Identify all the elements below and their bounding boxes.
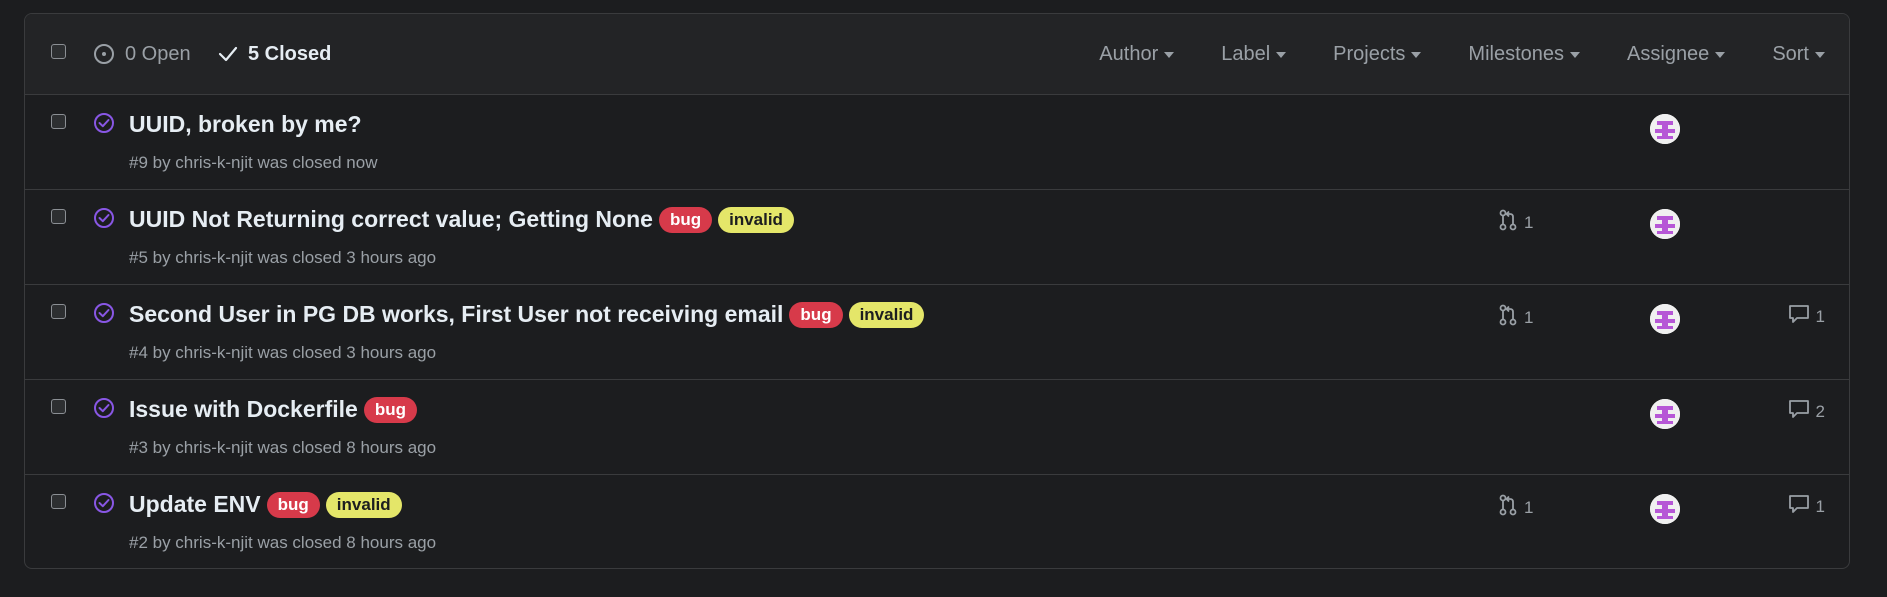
comments-link[interactable]: 1 <box>1788 494 1825 519</box>
label-invalid[interactable]: invalid <box>848 301 925 328</box>
sort-filter-label: Sort <box>1772 42 1809 65</box>
issue-checkbox[interactable] <box>51 209 66 224</box>
label-invalid[interactable]: invalid <box>325 491 402 518</box>
linked-pull-requests[interactable]: 1 <box>1498 209 1533 236</box>
assignee-avatar[interactable] <box>1650 494 1680 524</box>
label-invalid[interactable]: invalid <box>718 206 794 233</box>
issue-closed-icon <box>93 302 115 329</box>
issue-closed-icon <box>93 112 115 139</box>
closed-count-label: 5 Closed <box>248 42 332 65</box>
assignee-filter[interactable]: Assignee <box>1627 42 1726 66</box>
linked-pull-requests[interactable]: 1 <box>1498 494 1533 521</box>
label-bug[interactable]: bug <box>266 491 320 518</box>
label-filter-label: Label <box>1221 42 1271 65</box>
linked-pull-requests[interactable]: 1 <box>1498 304 1533 331</box>
issue-title-link[interactable]: Issue with Dockerfile <box>129 396 358 423</box>
comments-link[interactable]: 1 <box>1788 304 1825 329</box>
filter-bar: Author Label Projects Milestones Assigne… <box>1052 14 1825 94</box>
comment-count: 1 <box>1815 496 1825 516</box>
issues-header: 0 Open 5 Closed Author Label Projects Mi… <box>25 14 1849 95</box>
issue-closed-icon <box>93 397 115 424</box>
select-all-checkbox[interactable] <box>51 44 66 59</box>
issue-checkbox[interactable] <box>51 494 66 509</box>
issue-row[interactable]: UUID Not Returning correct value; Gettin… <box>25 190 1849 285</box>
assignee-filter-label: Assignee <box>1627 42 1710 65</box>
issue-open-icon <box>93 43 115 65</box>
issue-rows: UUID, broken by me? #9 by chris-k-njit wa… <box>25 95 1849 568</box>
label-bug[interactable]: bug <box>363 396 417 423</box>
issue-checkbox[interactable] <box>51 114 66 129</box>
label-bug[interactable]: bug <box>658 206 713 233</box>
issue-checkbox[interactable] <box>51 399 66 414</box>
milestones-filter-label: Milestones <box>1468 42 1565 65</box>
assignee-avatar[interactable] <box>1650 399 1680 429</box>
milestones-filter[interactable]: Milestones <box>1468 42 1581 66</box>
issue-title-line: Issue with Dockerfile bug <box>129 396 417 423</box>
comment-icon <box>1788 494 1810 519</box>
comment-count: 1 <box>1815 306 1825 326</box>
caret-down-icon <box>1570 52 1581 58</box>
issue-closed-icon <box>93 207 115 234</box>
issue-meta: #9 by chris-k-njit was closed now <box>129 153 378 172</box>
comment-icon <box>1788 399 1810 424</box>
issue-row[interactable]: Update ENV bug invalid #2 by chris-k-njit w… <box>25 475 1849 568</box>
linked-pr-count: 1 <box>1524 212 1534 232</box>
issues-list: 0 Open 5 Closed Author Label Projects Mi… <box>24 13 1850 569</box>
caret-down-icon <box>1164 52 1175 58</box>
issue-meta: #2 by chris-k-njit was closed 8 hours ag… <box>129 533 437 552</box>
issue-meta: #3 by chris-k-njit was closed 8 hours ag… <box>129 438 437 457</box>
author-filter[interactable]: Author <box>1099 42 1175 66</box>
issue-title-line: UUID Not Returning correct value; Gettin… <box>129 206 794 233</box>
comment-icon <box>1788 304 1810 329</box>
caret-down-icon <box>1815 52 1825 58</box>
pull-request-icon <box>1498 494 1518 521</box>
open-count-label: 0 Open <box>125 42 191 65</box>
pull-request-icon <box>1498 304 1518 331</box>
linked-pr-count: 1 <box>1524 307 1534 327</box>
assignee-avatar[interactable] <box>1650 209 1680 239</box>
issue-title-link[interactable]: Second User in PG DB works, First User n… <box>129 301 783 328</box>
assignee-avatar[interactable] <box>1650 304 1680 334</box>
caret-down-icon <box>1411 52 1422 58</box>
projects-filter-label: Projects <box>1333 42 1406 65</box>
issue-meta: #5 by chris-k-njit was closed 3 hours ag… <box>129 248 437 267</box>
check-icon <box>218 44 238 64</box>
issue-row[interactable]: Issue with Dockerfile bug #3 by chris-k-nj… <box>25 380 1849 475</box>
issue-title-line: Update ENV bug invalid <box>129 491 402 518</box>
open-issues-tab[interactable]: 0 Open <box>93 14 191 94</box>
assignee-avatar[interactable] <box>1650 114 1680 144</box>
issue-row[interactable]: Second User in PG DB works, First User n… <box>25 285 1849 380</box>
issue-row[interactable]: UUID, broken by me? #9 by chris-k-njit wa… <box>25 95 1849 190</box>
issue-title-link[interactable]: UUID Not Returning correct value; Gettin… <box>129 206 653 233</box>
issue-meta: #4 by chris-k-njit was closed 3 hours ag… <box>129 343 437 362</box>
projects-filter[interactable]: Projects <box>1333 42 1422 66</box>
comment-count: 2 <box>1815 401 1825 421</box>
author-filter-label: Author <box>1099 42 1159 65</box>
caret-down-icon <box>1276 52 1287 58</box>
issue-title-line: Second User in PG DB works, First User n… <box>129 301 925 328</box>
linked-pr-count: 1 <box>1524 497 1534 517</box>
issue-checkbox[interactable] <box>51 304 66 319</box>
issue-title-line: UUID, broken by me? <box>129 111 362 138</box>
label-filter[interactable]: Label <box>1221 42 1287 66</box>
pull-request-icon <box>1498 209 1518 236</box>
issue-title-link[interactable]: Update ENV <box>129 491 261 518</box>
sort-filter[interactable]: Sort <box>1772 43 1825 66</box>
closed-issues-tab[interactable]: 5 Closed <box>218 14 331 94</box>
issue-title-link[interactable]: UUID, broken by me? <box>129 111 362 138</box>
comments-link[interactable]: 2 <box>1788 399 1825 424</box>
issue-closed-icon <box>93 492 115 519</box>
label-bug[interactable]: bug <box>789 301 843 328</box>
caret-down-icon <box>1715 52 1726 58</box>
